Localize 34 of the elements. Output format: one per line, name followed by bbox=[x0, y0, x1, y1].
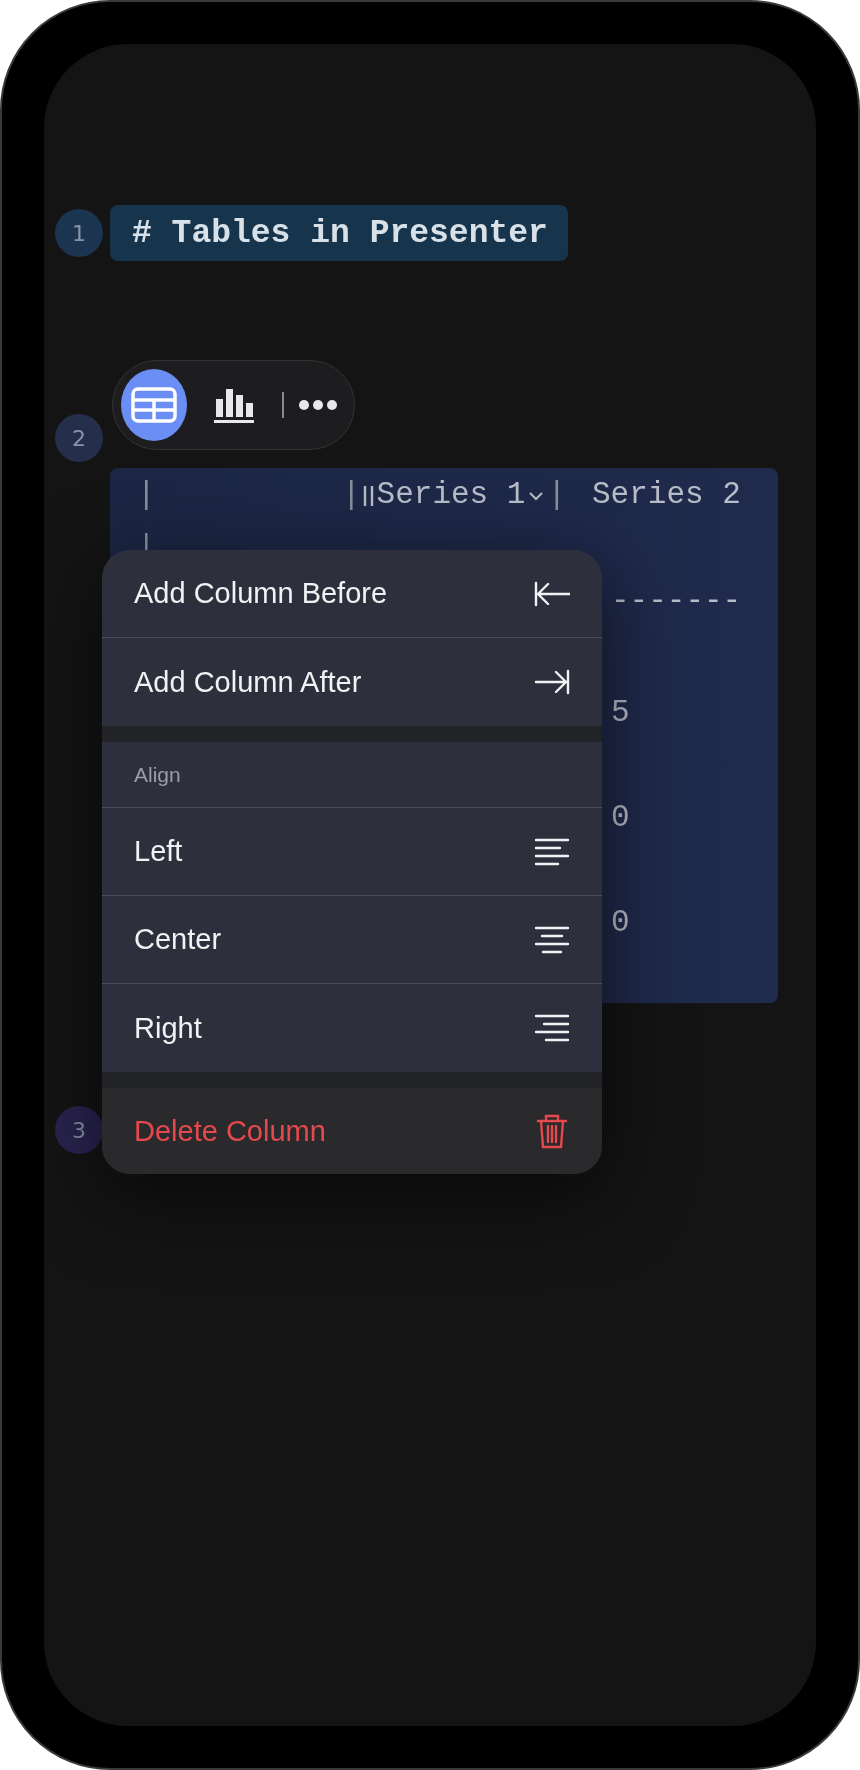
pipe-text: | bbox=[342, 477, 361, 512]
menu-item-label: Left bbox=[134, 835, 183, 868]
align-left-icon bbox=[534, 836, 570, 867]
table-cell: 0 bbox=[611, 800, 630, 835]
table-button[interactable] bbox=[121, 369, 188, 441]
menu-item[interactable]: Right bbox=[102, 984, 602, 1072]
menu-item-label: Add Column After bbox=[134, 665, 362, 699]
column-header: Series 1 bbox=[376, 477, 526, 512]
align-right-icon bbox=[534, 1013, 570, 1043]
line-number: 3 bbox=[55, 1106, 103, 1154]
menu-item[interactable]: Add Column Before bbox=[102, 550, 602, 638]
section-header: Align bbox=[102, 742, 602, 808]
menu-item-label: Add Column Before bbox=[134, 577, 388, 610]
menu-item[interactable]: Center bbox=[102, 896, 602, 984]
menu-item[interactable]: Add Column After bbox=[102, 638, 602, 726]
pipe-text: | bbox=[136, 477, 157, 512]
arrow-right-bar-icon bbox=[534, 667, 570, 697]
column-header: Series 2 bbox=[592, 477, 741, 512]
menu-item-label: Center bbox=[134, 923, 222, 956]
menu-item-label: Right bbox=[134, 1011, 202, 1045]
table-icon bbox=[131, 387, 178, 423]
menu-item[interactable]: Left bbox=[102, 808, 602, 896]
table-cell: 5 bbox=[611, 695, 630, 730]
separator-text: ------- bbox=[611, 583, 742, 618]
heading-text: # Tables in Presenter bbox=[110, 205, 568, 261]
align-center-icon bbox=[534, 924, 570, 955]
trash-icon bbox=[534, 1112, 570, 1150]
pipe-text: | bbox=[547, 477, 567, 512]
line-number: 1 bbox=[55, 209, 103, 257]
ellipsis-icon bbox=[297, 399, 338, 411]
menu-item[interactable]: Delete Column bbox=[102, 1088, 602, 1174]
line-number: 2 bbox=[55, 414, 103, 462]
table-cell: 0 bbox=[611, 905, 630, 940]
menu-item-label: Delete Column bbox=[134, 1114, 326, 1148]
